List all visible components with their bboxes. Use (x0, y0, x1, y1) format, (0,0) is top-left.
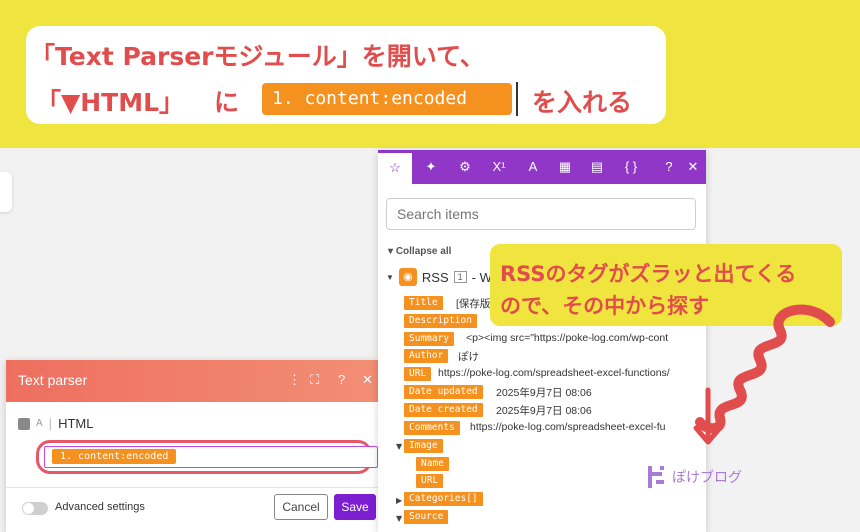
squiggle-arrow-icon (693, 304, 835, 445)
settings-tab-icon[interactable]: ⚙ (448, 150, 482, 184)
ai-tab-icon[interactable]: ✦ (414, 150, 448, 184)
instruction-line-2-end: を入れる (532, 88, 633, 117)
image-expand-icon[interactable]: ▼ (396, 442, 402, 451)
close-icon[interactable]: ✕ (362, 372, 373, 388)
value-title: [保存版 (456, 298, 491, 310)
tag-comments[interactable]: Comments (404, 421, 460, 435)
save-button[interactable]: Save (334, 494, 376, 520)
close-mapping-icon[interactable]: ✕ (676, 150, 706, 184)
blog-logo: ぽけブログ (646, 464, 742, 490)
tag-categories[interactable]: Categories[] (404, 492, 483, 506)
instruction-line-2-start: 「▼HTML」 (36, 88, 185, 117)
annotation-line-1: RSSのタグがズラッと出てくる (500, 262, 797, 286)
value-date-created: 2025年9月7日 08:06 (496, 405, 592, 417)
rss-module-suffix: - W (471, 269, 492, 285)
source-expand-icon[interactable]: ▼ (396, 514, 402, 523)
rss-icon: ◉ (398, 268, 417, 286)
expand-triangle-icon: ▼ (386, 272, 394, 282)
text-type-icon: A (36, 418, 43, 429)
rss-module-number: 1 (453, 271, 467, 283)
value-summary: <p><img src="https://poke-log.com/wp-con… (466, 332, 669, 344)
html-field-value: 1. content:encoded (52, 449, 177, 464)
tag-description[interactable]: Description (404, 314, 477, 328)
tag-author[interactable]: Author (404, 349, 449, 363)
tag-title[interactable]: Title (404, 296, 443, 310)
logo-text: ぽけブログ (672, 470, 742, 486)
logo-mark-icon (648, 466, 664, 488)
content-encoded-pill: 1. content:encoded (262, 83, 512, 115)
more-menu-icon[interactable]: ⋮ (288, 372, 301, 388)
value-date-updated: 2025年9月7日 08:06 (496, 387, 592, 399)
tag-image-name[interactable]: Name (416, 457, 449, 471)
cancel-button[interactable]: Cancel (274, 494, 328, 520)
value-url: https://poke-log.com/spreadsheet-excel-f… (438, 367, 670, 379)
json-tab-icon[interactable]: { } (614, 150, 648, 184)
text-parser-panel: Text parser ⋮ ⛶ ? ✕ A | HTML 1. content:… (6, 360, 378, 532)
edge-card (0, 172, 12, 212)
instruction-line-1: 「Text Parserモジュール」を開いて、 (30, 42, 485, 71)
collapse-all-button[interactable]: ▾ Collapse all (388, 246, 451, 257)
advanced-settings-toggle[interactable] (22, 502, 48, 515)
html-field-label-row: A | HTML (18, 416, 93, 431)
value-comments: https://poke-log.com/spreadsheet-excel-f… (470, 421, 666, 433)
advanced-settings-label: Advanced settings (55, 501, 145, 513)
tag-image[interactable]: Image (404, 439, 443, 453)
tag-summary[interactable]: Summary (404, 332, 455, 346)
value-author: ぽけ (458, 351, 479, 363)
categories-expand-icon[interactable]: ▶ (396, 496, 402, 505)
tag-date-updated[interactable]: Date updated (404, 385, 483, 399)
footer-divider (6, 487, 378, 488)
tag-image-url[interactable]: URL (416, 474, 444, 488)
rss-module-row[interactable]: ▼ ◉ RSS 1 - W (386, 268, 492, 286)
expand-icon[interactable]: ⛶ (310, 372, 319, 388)
help-icon[interactable]: ? (338, 372, 345, 387)
mapping-toolbar: ☆ ✦ ⚙ X¹ A ▦ ▤ { } ? ✕ (378, 150, 706, 184)
text-tab-icon[interactable]: A (516, 150, 550, 184)
date-tab-icon[interactable]: ▦ (548, 150, 582, 184)
separator: | (48, 416, 53, 431)
collapse-all-label: Collapse all (395, 246, 452, 257)
field-toggle-checkbox[interactable] (18, 417, 30, 430)
text-parser-title: Text parser (18, 372, 88, 388)
text-parser-header: Text parser ⋮ ⛶ ? ✕ (6, 360, 378, 402)
tag-date-created[interactable]: Date created (404, 403, 483, 417)
rss-label: RSS (421, 269, 449, 285)
text-caret (516, 82, 518, 116)
search-input[interactable] (386, 198, 696, 230)
math-tab-icon[interactable]: X¹ (482, 150, 516, 184)
tag-url[interactable]: URL (404, 367, 432, 381)
array-tab-icon[interactable]: ▤ (580, 150, 614, 184)
favorites-tab-icon[interactable]: ☆ (378, 150, 412, 184)
tag-source[interactable]: Source (404, 510, 449, 524)
instruction-line-2-mid: に (214, 88, 240, 117)
html-field-label: HTML (58, 416, 94, 431)
